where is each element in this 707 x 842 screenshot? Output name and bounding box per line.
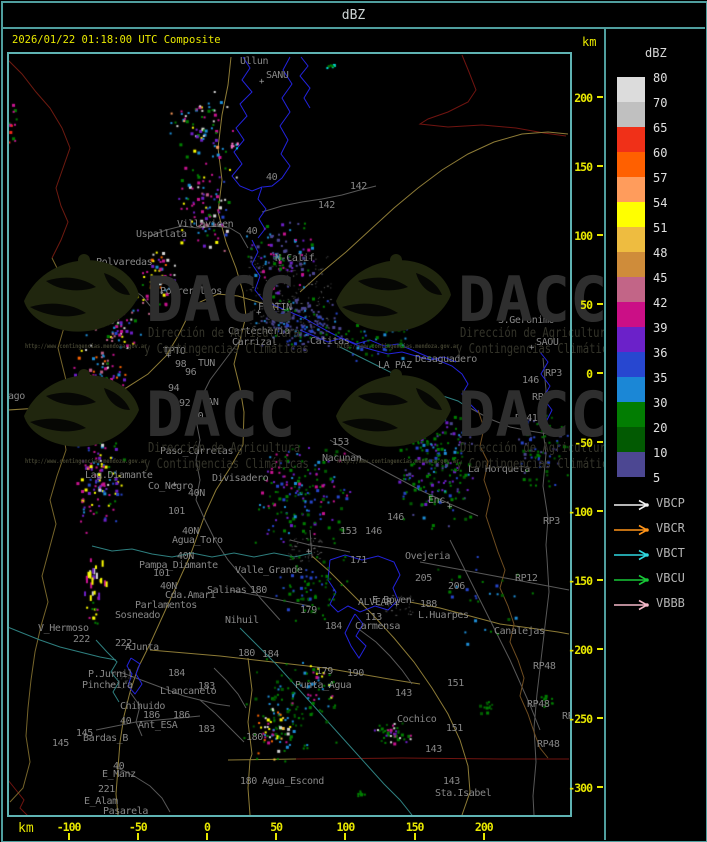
bottom-axis-tick-label: 200 xyxy=(474,820,494,834)
arrow-legend-label: VBBB xyxy=(656,596,685,610)
colorbar-level-label: 30 xyxy=(653,396,668,410)
bottom-axis-tick xyxy=(344,833,347,840)
map-unit-label: km xyxy=(582,35,597,49)
colorbar-level-label: 54 xyxy=(653,196,668,210)
colorbar-level-label: 42 xyxy=(653,296,668,310)
bottom-axis-tick xyxy=(206,833,208,840)
colorbar-level-label: 80 xyxy=(653,71,668,85)
colorbar-level-label: 10 xyxy=(653,446,668,460)
timestamp-text: 2026/01/22 01:18:00 UTC Composite xyxy=(12,34,221,46)
colorbar-swatch xyxy=(617,152,645,177)
colorbar-swatch xyxy=(617,252,645,277)
colorbar-swatch xyxy=(617,452,645,477)
arrow-legend-label: VBCU xyxy=(656,571,685,585)
colorbar-level-label: 20 xyxy=(653,421,668,435)
colorbar-swatch xyxy=(617,377,645,402)
right-axis-tick-label: -300 xyxy=(568,781,593,795)
right-axis-tick-label: -250 xyxy=(568,712,593,726)
bottom-axis-tick-label: -100 xyxy=(56,820,82,834)
bottom-axis-tick-label: 0 xyxy=(204,820,211,834)
colorbar-swatch xyxy=(617,102,645,127)
right-axis-tick-label: 150 xyxy=(574,160,593,174)
title-divider xyxy=(2,27,705,29)
bottom-axis-tick-label: 50 xyxy=(270,820,283,834)
right-axis-tick-label: -100 xyxy=(568,505,593,519)
bottom-axis-tick xyxy=(482,833,485,840)
colorbar-level-label: 60 xyxy=(653,146,668,160)
colorbar-swatch xyxy=(617,327,645,352)
right-axis-tick xyxy=(597,303,603,305)
right-axis-tick xyxy=(597,96,603,98)
colorbar-title: dBZ xyxy=(645,46,667,60)
right-axis-tick xyxy=(597,648,603,650)
right-axis-tick-label: -50 xyxy=(574,436,593,450)
colorbar-swatch xyxy=(617,402,645,427)
bottom-axis-tick xyxy=(275,833,278,840)
colorbar-swatch xyxy=(617,127,645,152)
bottom-axis-tick-label: -50 xyxy=(128,820,148,834)
colorbar-swatch xyxy=(617,177,645,202)
right-axis-tick-label: 50 xyxy=(580,298,593,312)
right-axis-tick xyxy=(597,510,603,512)
right-axis-tick xyxy=(597,717,603,719)
map-frame xyxy=(7,52,572,817)
right-axis-tick xyxy=(597,786,603,788)
right-axis-tick-label: 0 xyxy=(586,367,593,381)
bottom-axis-tick xyxy=(67,833,70,840)
colorbar-swatch xyxy=(617,427,645,452)
panel-divider xyxy=(604,28,606,840)
colorbar-level-label: 5 xyxy=(653,471,661,485)
colorbar-swatch xyxy=(617,202,645,227)
radar-app-window: dBZ 2026/01/22 01:18:00 UTC Composite km… xyxy=(0,0,707,842)
bottom-axis-unit: km xyxy=(18,821,34,836)
bottom-axis-tick-label: 150 xyxy=(405,820,425,834)
right-axis-tick xyxy=(597,234,603,236)
right-axis-tick-label: -200 xyxy=(568,643,593,657)
colorbar-level-label: 57 xyxy=(653,171,668,185)
vbcr-arrow-icon xyxy=(612,521,652,540)
right-axis-tick xyxy=(597,441,603,443)
colorbar-swatch xyxy=(617,227,645,252)
colorbar-level-label: 70 xyxy=(653,96,668,110)
colorbar-swatch xyxy=(617,77,645,102)
right-axis-tick xyxy=(597,579,603,581)
colorbar-level-label: 45 xyxy=(653,271,668,285)
vbct-arrow-icon xyxy=(612,546,652,565)
colorbar-level-label: 48 xyxy=(653,246,668,260)
window-title: dBZ xyxy=(341,8,366,23)
arrow-legend-label: VBCP xyxy=(656,496,685,510)
bottom-axis-tick xyxy=(413,833,416,840)
colorbar-level-label: 51 xyxy=(653,221,668,235)
right-axis-tick-label: 200 xyxy=(574,91,593,105)
colorbar-level-label: 36 xyxy=(653,346,668,360)
right-axis-tick xyxy=(597,372,603,374)
colorbar-level-label: 39 xyxy=(653,321,668,335)
vbcu-arrow-icon xyxy=(612,571,652,590)
arrow-legend-label: VBCR xyxy=(656,521,685,535)
right-axis-tick-label: 100 xyxy=(574,229,593,243)
vbcp-arrow-icon xyxy=(612,496,652,515)
colorbar-level-label: 35 xyxy=(653,371,668,385)
colorbar-swatch xyxy=(617,352,645,377)
right-axis-tick xyxy=(597,165,603,167)
colorbar-swatch xyxy=(617,277,645,302)
bottom-axis-tick xyxy=(136,833,139,840)
arrow-legend-label: VBCT xyxy=(656,546,685,560)
vbbb-arrow-icon xyxy=(612,596,652,615)
colorbar-swatch xyxy=(617,302,645,327)
colorbar-level-label: 65 xyxy=(653,121,668,135)
bottom-axis-tick-label: 100 xyxy=(336,820,356,834)
right-axis-tick-label: -150 xyxy=(568,574,593,588)
